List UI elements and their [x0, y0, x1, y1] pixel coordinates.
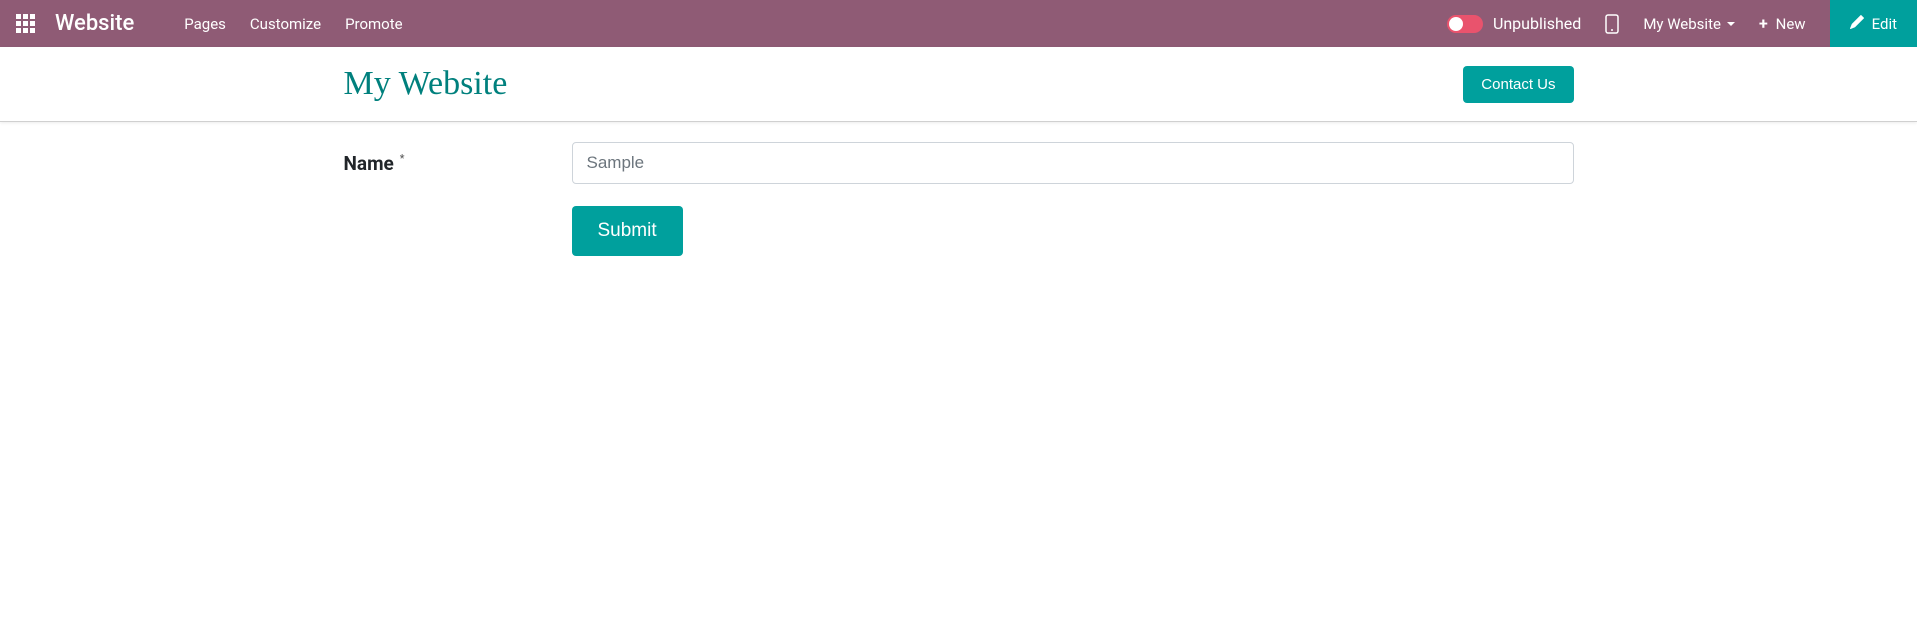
form-input-column [572, 142, 1574, 184]
nav-customize[interactable]: Customize [250, 15, 321, 33]
site-title[interactable]: My Website [344, 65, 508, 103]
new-label: New [1776, 15, 1806, 33]
top-navigation: Website Pages Customize Promote Unpublis… [0, 0, 1917, 47]
contact-us-button[interactable]: Contact Us [1463, 66, 1573, 103]
pencil-icon [1850, 15, 1864, 33]
submit-button[interactable]: Submit [572, 206, 683, 256]
submit-column: Submit [572, 206, 683, 256]
apps-icon[interactable] [16, 14, 35, 33]
edit-button[interactable]: Edit [1830, 0, 1917, 47]
new-button[interactable]: + New [1759, 14, 1806, 33]
form-row-name: Name * [344, 142, 1574, 184]
name-label: Name [344, 152, 394, 175]
required-mark: * [400, 152, 405, 165]
nav-promote[interactable]: Promote [345, 15, 403, 33]
nav-links: Pages Customize Promote [184, 15, 402, 33]
brand-label[interactable]: Website [55, 11, 134, 36]
content-area: Name * Submit [324, 122, 1594, 276]
plus-icon: + [1759, 14, 1768, 33]
toggle-knob [1449, 17, 1463, 31]
nav-pages[interactable]: Pages [184, 15, 226, 33]
form-label-column: Name * [344, 152, 572, 175]
top-nav-left: Website Pages Customize Promote [16, 11, 403, 36]
site-selector-dropdown[interactable]: My Website [1643, 15, 1735, 33]
site-selector-label: My Website [1643, 15, 1721, 33]
mobile-preview-icon[interactable] [1605, 14, 1619, 34]
caret-down-icon [1727, 22, 1735, 26]
submit-row: Submit [344, 206, 1574, 256]
publish-status-group: Unpublished [1447, 14, 1581, 33]
edit-label: Edit [1872, 15, 1897, 33]
publish-toggle[interactable] [1447, 15, 1483, 33]
sub-header-inner: My Website Contact Us [324, 65, 1594, 103]
submit-spacer [344, 206, 572, 256]
sub-header: My Website Contact Us [0, 47, 1917, 122]
name-input[interactable] [572, 142, 1574, 184]
publish-status-label: Unpublished [1493, 14, 1581, 33]
top-nav-right: Unpublished My Website + New Edit [1447, 0, 1901, 47]
